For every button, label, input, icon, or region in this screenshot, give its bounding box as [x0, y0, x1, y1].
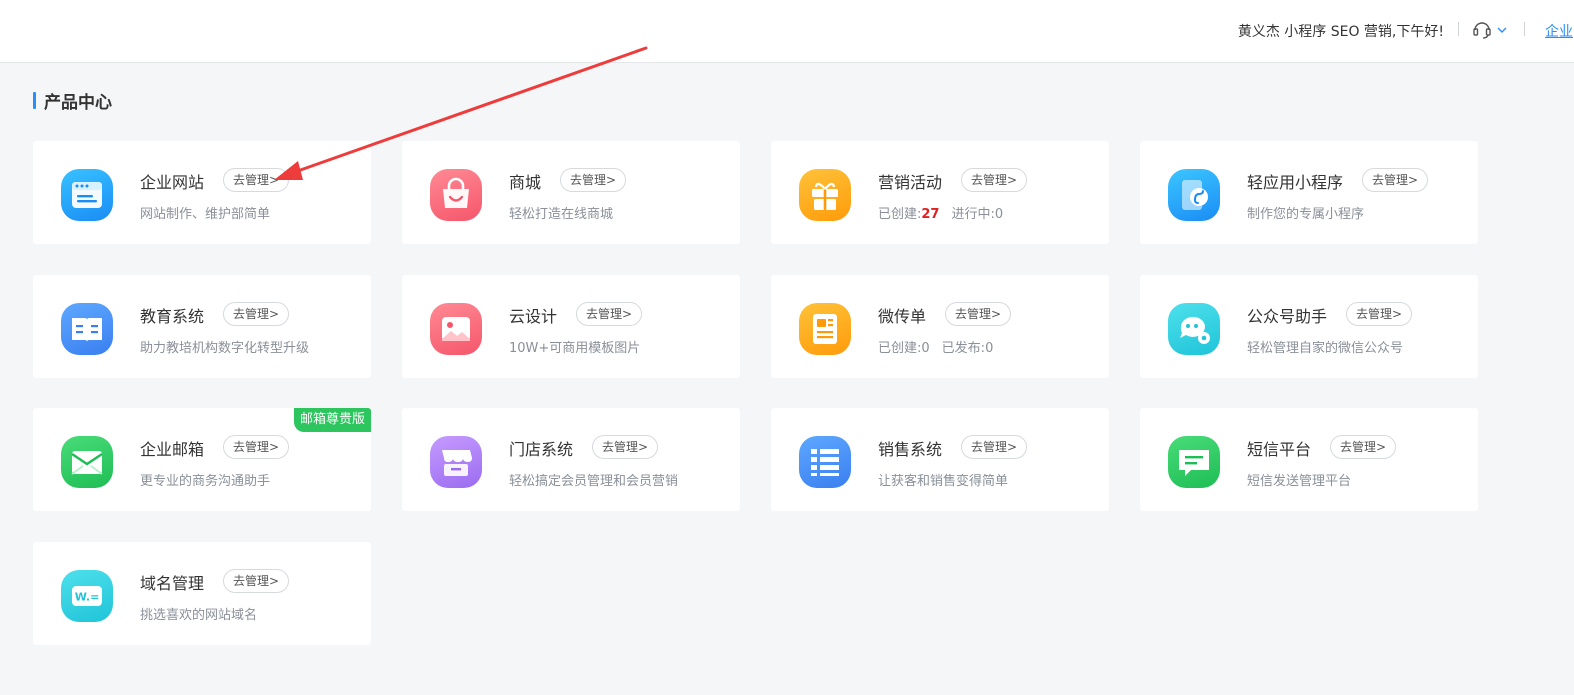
product-card[interactable]: 教育系统 去管理> 助力教培机构数字化转型升级	[33, 275, 371, 378]
product-description: 挑选喜欢的网站域名	[140, 608, 258, 623]
product-name: 商城	[509, 173, 542, 192]
product-description: 轻松搞定会员管理和会员营销	[509, 474, 679, 489]
list-icon	[799, 436, 851, 488]
manage-button[interactable]: 去管理>	[223, 569, 290, 593]
wechat-icon	[1168, 303, 1220, 355]
product-card[interactable]: 轻应用小程序 去管理> 制作您的专属小程序	[1140, 141, 1478, 244]
product-description: 轻松管理自家的微信公众号	[1247, 341, 1404, 356]
running-label: 进行中:	[951, 207, 995, 222]
manage-button[interactable]: 去管理>	[961, 168, 1028, 192]
divider	[1458, 22, 1459, 36]
product-name: 域名管理	[140, 574, 205, 593]
manage-button[interactable]: 去管理>	[1346, 302, 1413, 326]
product-name: 公众号助手	[1247, 307, 1328, 326]
manage-button[interactable]: 去管理>	[223, 302, 290, 326]
enterprise-link[interactable]: 企业	[1545, 21, 1573, 41]
running-count: 0	[994, 207, 1004, 222]
running-label: 已发布:	[941, 341, 986, 356]
product-name: 门店系统	[509, 440, 574, 459]
running-count: 0	[985, 341, 994, 356]
product-card[interactable]: 门店系统 去管理> 轻松搞定会员管理和会员营销	[402, 408, 740, 511]
product-card[interactable]: 公众号助手 去管理> 轻松管理自家的微信公众号	[1140, 275, 1478, 378]
store-icon	[430, 436, 482, 488]
premium-badge: 邮箱尊贵版	[293, 408, 371, 432]
product-name: 企业网站	[140, 173, 205, 192]
product-description: 制作您的专属小程序	[1247, 207, 1365, 222]
created-label: 已创建:	[878, 207, 922, 222]
product-name: 微传单	[878, 307, 927, 326]
manage-button[interactable]: 去管理>	[961, 435, 1028, 459]
product-description: 网站制作、维护部简单	[140, 207, 271, 222]
product-card[interactable]: 短信平台 去管理> 短信发送管理平台	[1140, 408, 1478, 511]
product-card[interactable]: 销售系统 去管理> 让获客和销售变得简单	[771, 408, 1109, 511]
shopping-bag-icon	[430, 169, 482, 221]
product-stats: 已创建:0 已发布:0	[878, 337, 993, 356]
created-count: 27	[921, 207, 940, 222]
product-name: 云设计	[509, 307, 558, 326]
product-name: 企业邮箱	[140, 440, 205, 459]
manage-button[interactable]: 去管理>	[1330, 435, 1397, 459]
product-name: 营销活动	[878, 173, 943, 192]
flyer-icon	[799, 303, 851, 355]
product-description: 短信发送管理平台	[1247, 474, 1352, 489]
title-accent	[33, 91, 36, 109]
user-greeting: 黄义杰 小程序 SEO 营销,下午好!	[1237, 24, 1444, 40]
chevron-down-icon	[1497, 27, 1507, 33]
product-stats: 已创建:27 进行中:0	[878, 203, 1003, 222]
manage-button[interactable]: 去管理>	[1362, 168, 1429, 192]
section-header: 产品中心	[33, 89, 112, 113]
product-card[interactable]: 商城 去管理> 轻松打造在线商城	[402, 141, 740, 244]
image-icon	[430, 303, 482, 355]
divider	[1524, 22, 1525, 36]
product-name: 教育系统	[140, 307, 205, 326]
product-card[interactable]: 营销活动 去管理> 已创建:27 进行中:0	[771, 141, 1109, 244]
website-icon	[61, 169, 113, 221]
mail-icon	[61, 436, 113, 488]
product-card[interactable]: 微传单 去管理> 已创建:0 已发布:0	[771, 275, 1109, 378]
product-card[interactable]: W.= 域名管理 去管理> 挑选喜欢的网站域名	[33, 542, 371, 645]
manage-button[interactable]: 去管理>	[576, 302, 643, 326]
product-description: 轻松打造在线商城	[509, 207, 614, 222]
created-label: 已创建:	[878, 341, 922, 356]
product-name: 销售系统	[878, 440, 943, 459]
manage-button[interactable]: 去管理>	[560, 168, 627, 192]
product-description: 让获客和销售变得简单	[878, 474, 1009, 489]
message-icon	[1168, 436, 1220, 488]
product-description: 助力教培机构数字化转型升级	[140, 341, 310, 356]
product-description: 更专业的商务沟通助手	[140, 474, 271, 489]
manage-button[interactable]: 去管理>	[592, 435, 659, 459]
product-card[interactable]: 云设计 去管理> 10W+可商用模板图片	[402, 275, 740, 378]
product-name: 短信平台	[1247, 440, 1312, 459]
manage-button[interactable]: 去管理>	[223, 168, 290, 192]
top-bar: 黄义杰 小程序 SEO 营销,下午好! 企业	[0, 0, 1574, 63]
product-card[interactable]: 企业网站 去管理> 网站制作、维护部简单	[33, 141, 371, 244]
headset-icon	[1473, 22, 1507, 39]
product-name: 轻应用小程序	[1247, 173, 1344, 192]
book-icon	[61, 303, 113, 355]
gift-icon	[799, 169, 851, 221]
mini-program-icon	[1168, 169, 1220, 221]
product-description: 10W+可商用模板图片	[509, 341, 641, 356]
support-menu[interactable]	[1472, 19, 1510, 41]
manage-button[interactable]: 去管理>	[945, 302, 1012, 326]
domain-icon: W.=	[61, 570, 113, 622]
created-count: 0	[921, 341, 930, 356]
page-title: 产品中心	[44, 92, 112, 113]
manage-button[interactable]: 去管理>	[223, 435, 290, 459]
product-card[interactable]: 企业邮箱 去管理> 更专业的商务沟通助手 邮箱尊贵版	[33, 408, 371, 511]
domain-icon-text: W.=	[75, 591, 100, 604]
